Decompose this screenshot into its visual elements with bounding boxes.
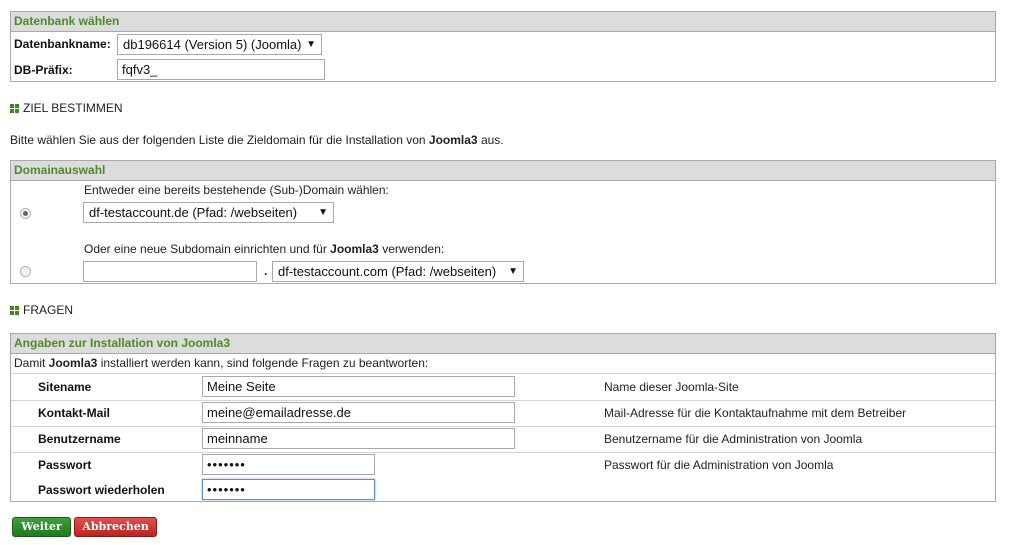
row-divider xyxy=(11,400,995,401)
db-name-label: Datenbankname: xyxy=(14,37,111,51)
ziel-intro: Bitte wählen Sie aus der folgenden Liste… xyxy=(10,133,504,147)
subdomain-dot: . xyxy=(264,264,268,278)
username-label: Benutzername xyxy=(38,432,121,446)
fragen-heading: FRAGEN xyxy=(10,303,73,317)
row-divider xyxy=(11,452,995,453)
option2-select-value: df-testaccount.com (Pfad: /webseiten) xyxy=(278,264,497,279)
database-box-title: Datenbank wählen xyxy=(11,12,995,32)
sitename-input[interactable] xyxy=(202,376,515,397)
password-help: Passwort für die Administration von Joom… xyxy=(604,458,834,472)
grid-bullet-icon xyxy=(10,306,19,315)
cancel-button[interactable]: Abbrechen xyxy=(74,517,157,537)
database-box: Datenbank wählen Datenbankname: db196614… xyxy=(10,11,996,82)
db-name-select[interactable]: db196614 (Version 5) (Joomla) ▼ xyxy=(117,34,322,55)
option1-select-value: df-testaccount.de (Pfad: /webseiten) xyxy=(89,205,298,220)
chevron-down-icon: ▼ xyxy=(306,39,316,50)
option2-domain-select[interactable]: df-testaccount.com (Pfad: /webseiten) ▼ xyxy=(272,261,524,282)
row-divider xyxy=(11,426,995,427)
password-input[interactable]: ••••••• xyxy=(202,454,375,475)
domain-box: Domainauswahl Entweder eine bereits best… xyxy=(10,160,996,284)
option1-domain-select[interactable]: df-testaccount.de (Pfad: /webseiten) ▼ xyxy=(83,202,334,223)
contact-mail-help: Mail-Adresse für die Kontaktaufnahme mit… xyxy=(604,406,907,420)
password-repeat-label: Passwort wiederholen xyxy=(38,483,165,497)
option1-text: Entweder eine bereits bestehende (Sub-)D… xyxy=(84,183,389,197)
password-label: Passwort xyxy=(38,458,92,472)
install-box: Angaben zur Installation von Joomla3 Dam… xyxy=(10,333,996,502)
username-help: Benutzername für die Administration von … xyxy=(604,432,863,446)
contact-mail-label: Kontakt-Mail xyxy=(38,406,110,420)
install-intro: Damit Joomla3 installiert werden kann, s… xyxy=(14,356,429,370)
sitename-help: Name dieser Joomla-Site xyxy=(604,380,739,394)
db-prefix-input[interactable] xyxy=(117,59,325,80)
db-name-select-value: db196614 (Version 5) (Joomla) xyxy=(123,37,302,52)
sitename-label: Sitename xyxy=(38,380,92,394)
password-repeat-input[interactable]: ••••••• xyxy=(202,479,375,500)
option2-radio[interactable] xyxy=(20,266,31,277)
install-box-title: Angaben zur Installation von Joomla3 xyxy=(11,334,995,354)
ziel-heading: ZIEL BESTIMMEN xyxy=(10,101,123,115)
option2-text: Oder eine neue Subdomain einrichten und … xyxy=(84,242,445,256)
grid-bullet-icon xyxy=(10,104,19,113)
next-button[interactable]: Weiter xyxy=(12,517,71,537)
db-prefix-label: DB-Präfix: xyxy=(14,63,73,77)
domain-box-title: Domainauswahl xyxy=(11,161,995,181)
chevron-down-icon: ▼ xyxy=(318,207,328,218)
subdomain-input[interactable] xyxy=(83,261,257,282)
option1-radio[interactable] xyxy=(20,208,31,219)
contact-mail-input[interactable] xyxy=(202,402,515,423)
row-divider xyxy=(11,373,995,374)
chevron-down-icon: ▼ xyxy=(508,266,518,277)
username-input[interactable] xyxy=(202,428,515,449)
